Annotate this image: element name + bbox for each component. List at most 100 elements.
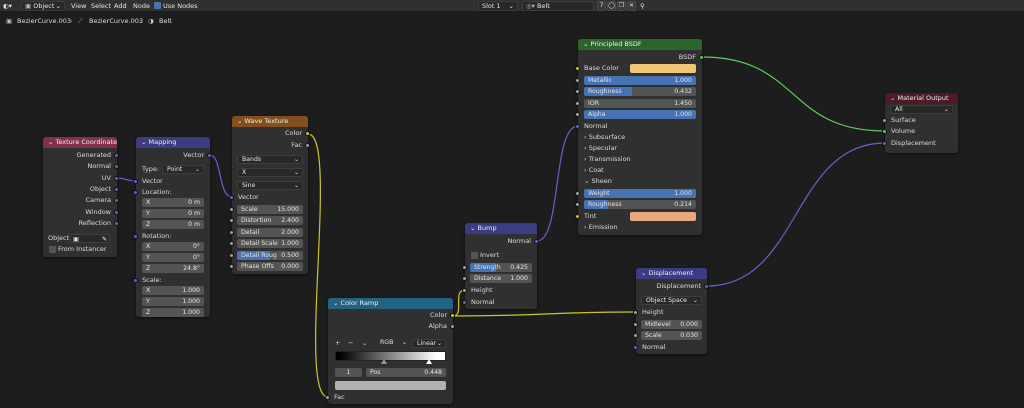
socket-detail-scale[interactable] bbox=[229, 241, 234, 246]
socket-location[interactable] bbox=[133, 190, 138, 195]
socket-out-fac[interactable] bbox=[305, 143, 310, 148]
socket-out-vector[interactable] bbox=[207, 153, 212, 158]
metallic-slider[interactable]: Metallic 1.000 bbox=[584, 76, 696, 85]
breadcrumb-material[interactable]: Belt bbox=[159, 17, 172, 25]
interpolation-dropdown[interactable]: Linear ⌄ bbox=[412, 339, 446, 348]
add-stop-button[interactable]: + bbox=[335, 339, 340, 348]
socket-roughness[interactable] bbox=[575, 89, 580, 94]
node-header[interactable]: ⌄ Principled BSDF bbox=[578, 39, 702, 50]
socket-out-color[interactable] bbox=[450, 313, 455, 318]
color-mode-dropdown[interactable]: RGB ⌄ bbox=[376, 339, 410, 348]
panel-sheen[interactable]: ⌄ Sheen bbox=[584, 177, 612, 186]
socket-out-normal[interactable] bbox=[534, 239, 539, 244]
chevron-down-icon[interactable]: ⌄ bbox=[362, 339, 367, 348]
node-wave-texture[interactable]: ⌄ Wave Texture Color Fac Bands ⌄ X ⌄ Sine ⌄… bbox=[229, 116, 310, 274]
socket-camera[interactable] bbox=[114, 198, 119, 203]
ior-field[interactable]: IOR 1.450 bbox=[584, 99, 696, 108]
socket-in-normal[interactable] bbox=[633, 345, 638, 350]
menu-node[interactable]: Node bbox=[133, 1, 150, 11]
breadcrumb-object[interactable]: BezierCurve.003 bbox=[17, 17, 71, 25]
phase-offset-field[interactable]: Phase Offs 0.000 bbox=[237, 262, 303, 271]
socket-surface[interactable] bbox=[882, 118, 887, 123]
panel-emission[interactable]: › Emission bbox=[584, 223, 618, 232]
mode-dropdown[interactable]: ▣ Object ⌄ bbox=[21, 1, 65, 11]
scale-y[interactable]: Y 1.000 bbox=[142, 297, 204, 306]
socket-sheen-roughness[interactable] bbox=[575, 202, 580, 207]
socket-generated[interactable] bbox=[114, 153, 119, 158]
sheen-roughness-slider[interactable]: Roughness 0.214 bbox=[584, 200, 696, 209]
menu-add[interactable]: Add bbox=[114, 1, 127, 11]
socket-in-normal[interactable] bbox=[462, 300, 467, 305]
socket-height[interactable] bbox=[633, 310, 638, 315]
user-count-button[interactable]: 7 bbox=[597, 1, 606, 11]
socket-sheen-weight[interactable] bbox=[575, 191, 580, 196]
menu-select[interactable]: Select bbox=[91, 1, 111, 11]
scale-field[interactable]: Scale 0.030 bbox=[641, 331, 702, 340]
node-material-output[interactable]: ⌄ Material Output All ⌄ Surface Volume Di… bbox=[882, 93, 958, 153]
socket-out-color[interactable] bbox=[305, 131, 310, 136]
collapse-chevron-icon[interactable]: ⌄ bbox=[641, 269, 646, 277]
color-stop-marker[interactable] bbox=[381, 359, 387, 364]
socket-volume[interactable] bbox=[882, 129, 887, 134]
base-color-swatch[interactable] bbox=[630, 64, 696, 73]
socket-base-color[interactable] bbox=[575, 66, 580, 71]
invert-checkbox[interactable] bbox=[471, 252, 478, 259]
collapse-chevron-icon[interactable]: ⌄ bbox=[333, 299, 338, 307]
node-header[interactable]: ⌄ Wave Texture bbox=[232, 116, 308, 127]
node-displacement[interactable]: ⌄ Displacement Displacement Object Space… bbox=[633, 268, 709, 354]
socket-out-alpha[interactable] bbox=[450, 324, 455, 329]
distortion-field[interactable]: Distortion 2.400 bbox=[237, 216, 303, 225]
sheen-weight-slider[interactable]: Weight 1.000 bbox=[584, 189, 696, 198]
detail-scale-field[interactable]: Detail Scale 1.000 bbox=[237, 239, 303, 248]
material-selector[interactable]: ◎▾ Belt bbox=[522, 1, 594, 11]
from-instancer-checkbox[interactable] bbox=[49, 246, 56, 253]
socket-in-vector[interactable] bbox=[133, 179, 138, 184]
remove-stop-button[interactable]: − bbox=[348, 339, 353, 348]
socket-distortion[interactable] bbox=[229, 218, 234, 223]
node-header[interactable]: ⌄ Color Ramp bbox=[328, 298, 453, 309]
node-header[interactable]: ⌄ Texture Coordinate bbox=[43, 137, 117, 148]
socket-distance[interactable] bbox=[462, 276, 467, 281]
type-dropdown[interactable]: Point ⌄ bbox=[162, 165, 204, 174]
socket-reflection[interactable] bbox=[114, 221, 119, 226]
socket-sheen-tint[interactable] bbox=[575, 214, 580, 219]
socket-alpha[interactable] bbox=[575, 112, 580, 117]
socket-strength[interactable] bbox=[462, 265, 467, 270]
collapse-chevron-icon[interactable]: ⌄ bbox=[237, 117, 242, 125]
socket-window[interactable] bbox=[114, 210, 119, 215]
collapse-chevron-icon[interactable]: ⌄ bbox=[141, 138, 146, 146]
use-nodes-toggle[interactable]: Use Nodes bbox=[154, 1, 198, 11]
panel-coat[interactable]: › Coat bbox=[584, 166, 604, 175]
socket-scale[interactable] bbox=[229, 207, 234, 212]
collapse-chevron-icon[interactable]: ⌄ bbox=[48, 138, 53, 146]
socket-scale[interactable] bbox=[633, 333, 638, 338]
space-dropdown[interactable]: Object Space ⌄ bbox=[641, 296, 702, 305]
active-stop-index[interactable]: 1 bbox=[335, 368, 362, 377]
node-bump[interactable]: ⌄ Bump Normal Invert Strength 0.425 Dista… bbox=[462, 223, 539, 309]
node-header[interactable]: ⌄ Material Output bbox=[885, 93, 958, 104]
rotation-z[interactable]: Z 24.8° bbox=[142, 264, 204, 273]
strength-slider[interactable]: Strength 0.425 bbox=[470, 263, 532, 272]
node-header[interactable]: ⌄ Mapping bbox=[136, 137, 210, 148]
location-x[interactable]: X 0 m bbox=[142, 198, 204, 207]
duplicate-material-icon[interactable]: ❐ bbox=[617, 1, 626, 11]
midlevel-field[interactable]: Midlevel 0.000 bbox=[641, 320, 702, 329]
breadcrumb-curve[interactable]: BezierCurve.003 bbox=[89, 17, 143, 25]
socket-displacement[interactable] bbox=[882, 141, 887, 146]
panel-transmission[interactable]: › Transmission bbox=[584, 155, 631, 164]
panel-specular[interactable]: › Specular bbox=[584, 144, 617, 153]
color-stop-marker[interactable] bbox=[426, 359, 432, 364]
socket-ior[interactable] bbox=[575, 101, 580, 106]
socket-object[interactable] bbox=[114, 187, 119, 192]
panel-subsurface[interactable]: › Subsurface bbox=[584, 133, 625, 142]
profile-dropdown[interactable]: Sine ⌄ bbox=[237, 181, 303, 190]
scale-z[interactable]: Z 1.000 bbox=[142, 308, 204, 317]
eyedropper-icon[interactable]: ✎ bbox=[102, 235, 107, 242]
node-color-ramp[interactable]: ⌄ Color Ramp Color Alpha + − ⌄ RGB ⌄ Line… bbox=[325, 298, 455, 404]
pin-icon[interactable]: ⚲ bbox=[640, 1, 645, 11]
direction-dropdown[interactable]: X ⌄ bbox=[237, 168, 303, 177]
node-texture-coordinate[interactable]: ⌄ Texture Coordinate Generated Normal UV… bbox=[43, 137, 119, 257]
collapse-chevron-icon[interactable]: ⌄ bbox=[890, 94, 895, 102]
fake-user-shield-icon[interactable]: ◯ bbox=[607, 1, 616, 11]
collapse-chevron-icon[interactable]: ⌄ bbox=[470, 224, 475, 232]
